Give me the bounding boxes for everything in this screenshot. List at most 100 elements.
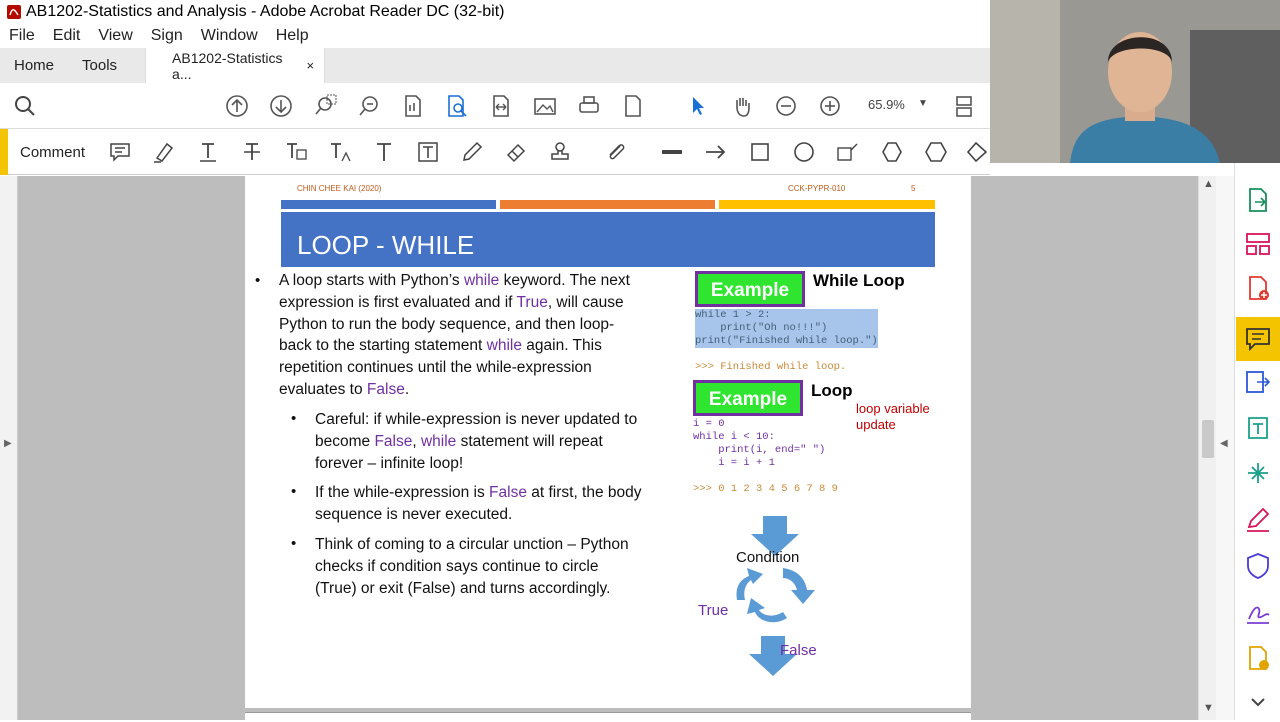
find-text-icon[interactable] xyxy=(444,93,470,119)
fit-width-icon[interactable] xyxy=(488,93,514,119)
text-segment: Careful: if while-expression is never up… xyxy=(315,411,638,428)
oval-icon[interactable] xyxy=(792,140,816,164)
protect-icon[interactable] xyxy=(1243,551,1273,581)
next-page-icon[interactable] xyxy=(268,93,294,119)
text-segment: checks if condition says continue to cir… xyxy=(315,557,599,575)
webcam-overlay xyxy=(990,0,1280,163)
slide-title: LOOP - WHILE xyxy=(297,230,475,260)
zoom-in-icon[interactable] xyxy=(817,93,843,119)
vertical-scrollbar[interactable]: ▲ ▼ xyxy=(1198,176,1216,720)
loop-variable-note: loop variable update xyxy=(856,401,930,432)
polygon-icon[interactable] xyxy=(880,140,904,164)
page-display-icon[interactable] xyxy=(952,93,978,119)
page-thumbnail-icon[interactable] xyxy=(400,93,426,119)
menu-file[interactable]: File xyxy=(9,27,35,45)
cloud-icon[interactable] xyxy=(924,140,948,164)
bullet-dot: • xyxy=(255,272,261,289)
create-pdf-icon[interactable] xyxy=(1243,273,1273,303)
fill-sign-icon[interactable] xyxy=(1243,505,1273,535)
pdf-app-icon xyxy=(7,5,21,19)
stamp-icon[interactable] xyxy=(548,140,572,164)
print-icon[interactable] xyxy=(576,93,602,119)
next-pdf-page[interactable] xyxy=(245,712,971,720)
text-segment: sequence is never executed. xyxy=(315,505,513,523)
tab-tools[interactable]: Tools xyxy=(68,48,131,83)
title-bar: AB1202-Statistics and Analysis - Adobe A… xyxy=(0,0,990,24)
menu-help[interactable]: Help xyxy=(276,27,309,45)
send-signature-icon[interactable] xyxy=(1243,597,1273,627)
zoom-pan-icon[interactable] xyxy=(356,93,382,119)
organize-pages-icon[interactable] xyxy=(1243,229,1273,259)
window-title: AB1202-Statistics and Analysis - Adobe A… xyxy=(26,3,505,20)
python-keyword: while xyxy=(486,337,522,355)
insert-text-icon[interactable] xyxy=(328,140,352,164)
highlight-icon[interactable] xyxy=(152,140,176,164)
comment-accent xyxy=(0,129,8,175)
pdf-page[interactable]: CHIN CHEE KAI (2020) CCK-PYPR-010 5 LOOP… xyxy=(245,176,971,708)
eraser-icon[interactable] xyxy=(504,140,528,164)
pencil-icon[interactable] xyxy=(460,140,484,164)
tab-home[interactable]: Home xyxy=(0,48,68,83)
underline-text-icon[interactable] xyxy=(196,140,220,164)
sub-bullet-circular: Think of coming to a circular unction – … xyxy=(315,534,685,599)
example2-output: >>> 0 1 2 3 4 5 6 7 8 9 xyxy=(693,483,838,495)
arrow-icon[interactable] xyxy=(704,140,728,164)
tab-document-label: AB1202-Statistics a... xyxy=(172,49,283,82)
example-badge-1: Example xyxy=(695,271,805,307)
text-segment: keyword. The next xyxy=(499,272,630,289)
zoom-dropdown-icon[interactable]: ▼ xyxy=(918,98,928,109)
slide-title-box: LOOP - WHILE xyxy=(281,212,935,267)
text-segment: , will cause xyxy=(547,293,624,311)
menu-window[interactable]: Window xyxy=(201,27,258,45)
right-panel-toggle[interactable]: ◀ xyxy=(1216,176,1234,720)
chevron-down-icon[interactable] xyxy=(1243,687,1273,717)
polygon-line-icon[interactable] xyxy=(966,140,990,164)
zoom-marquee-icon[interactable] xyxy=(312,93,338,119)
page-icon[interactable] xyxy=(620,93,646,119)
left-panel-collapsed[interactable]: ▶ xyxy=(0,176,18,720)
menu-sign[interactable]: Sign xyxy=(151,27,183,45)
zoom-out-icon[interactable] xyxy=(773,93,799,119)
hand-tool-icon[interactable] xyxy=(729,93,755,119)
slide-code: CCK-PYPR-010 xyxy=(788,184,846,193)
main-toolbar: 65.9% ▼ xyxy=(0,83,990,129)
python-keyword: while xyxy=(463,272,500,289)
combine-icon[interactable] xyxy=(1243,458,1273,488)
more-tools-icon[interactable] xyxy=(1243,643,1273,673)
strikethrough-icon[interactable] xyxy=(240,140,264,164)
expand-left-icon[interactable]: ▶ xyxy=(4,438,12,449)
prev-page-icon[interactable] xyxy=(224,93,250,119)
text-callout-icon[interactable] xyxy=(836,140,860,164)
scroll-up-icon[interactable]: ▲ xyxy=(1203,178,1214,190)
close-tab-icon[interactable]: × xyxy=(306,58,314,73)
select-pointer-icon[interactable] xyxy=(685,93,711,119)
example1-code: while 1 > 2: print("Oh no!!!") print("Fi… xyxy=(695,309,878,348)
text-box-icon[interactable] xyxy=(416,140,440,164)
image-icon[interactable] xyxy=(532,93,558,119)
add-text-icon[interactable] xyxy=(372,140,396,164)
text-segment: at first, the body xyxy=(526,484,642,501)
line-icon[interactable] xyxy=(660,140,684,164)
zoom-level[interactable]: 65.9% xyxy=(868,97,905,112)
tab-bar: Home Tools AB1202-Statistics a... × xyxy=(0,48,990,83)
sticky-note-icon[interactable] xyxy=(108,140,132,164)
comment-icon[interactable] xyxy=(1243,324,1273,354)
search-icon[interactable] xyxy=(12,93,38,119)
replace-text-icon[interactable] xyxy=(284,140,308,164)
export-icon[interactable] xyxy=(1243,367,1273,397)
menu-view[interactable]: View xyxy=(98,27,132,45)
scroll-down-icon[interactable]: ▼ xyxy=(1203,702,1214,714)
collapse-right-icon[interactable]: ◀ xyxy=(1220,438,1228,449)
example2-heading: Loop xyxy=(811,381,853,400)
rectangle-icon[interactable] xyxy=(748,140,772,164)
scroll-thumb[interactable] xyxy=(1202,420,1214,458)
attach-icon[interactable] xyxy=(604,140,628,164)
export-pdf-icon[interactable] xyxy=(1243,185,1273,215)
menu-edit[interactable]: Edit xyxy=(53,27,81,45)
text-segment: become xyxy=(315,432,375,450)
header-bar-blue xyxy=(281,200,496,209)
edit-pdf-icon[interactable] xyxy=(1243,413,1273,443)
tab-document[interactable]: AB1202-Statistics a... × xyxy=(145,48,326,83)
loop-arrow-bottom xyxy=(747,598,787,623)
comment-label: Comment xyxy=(20,144,86,161)
